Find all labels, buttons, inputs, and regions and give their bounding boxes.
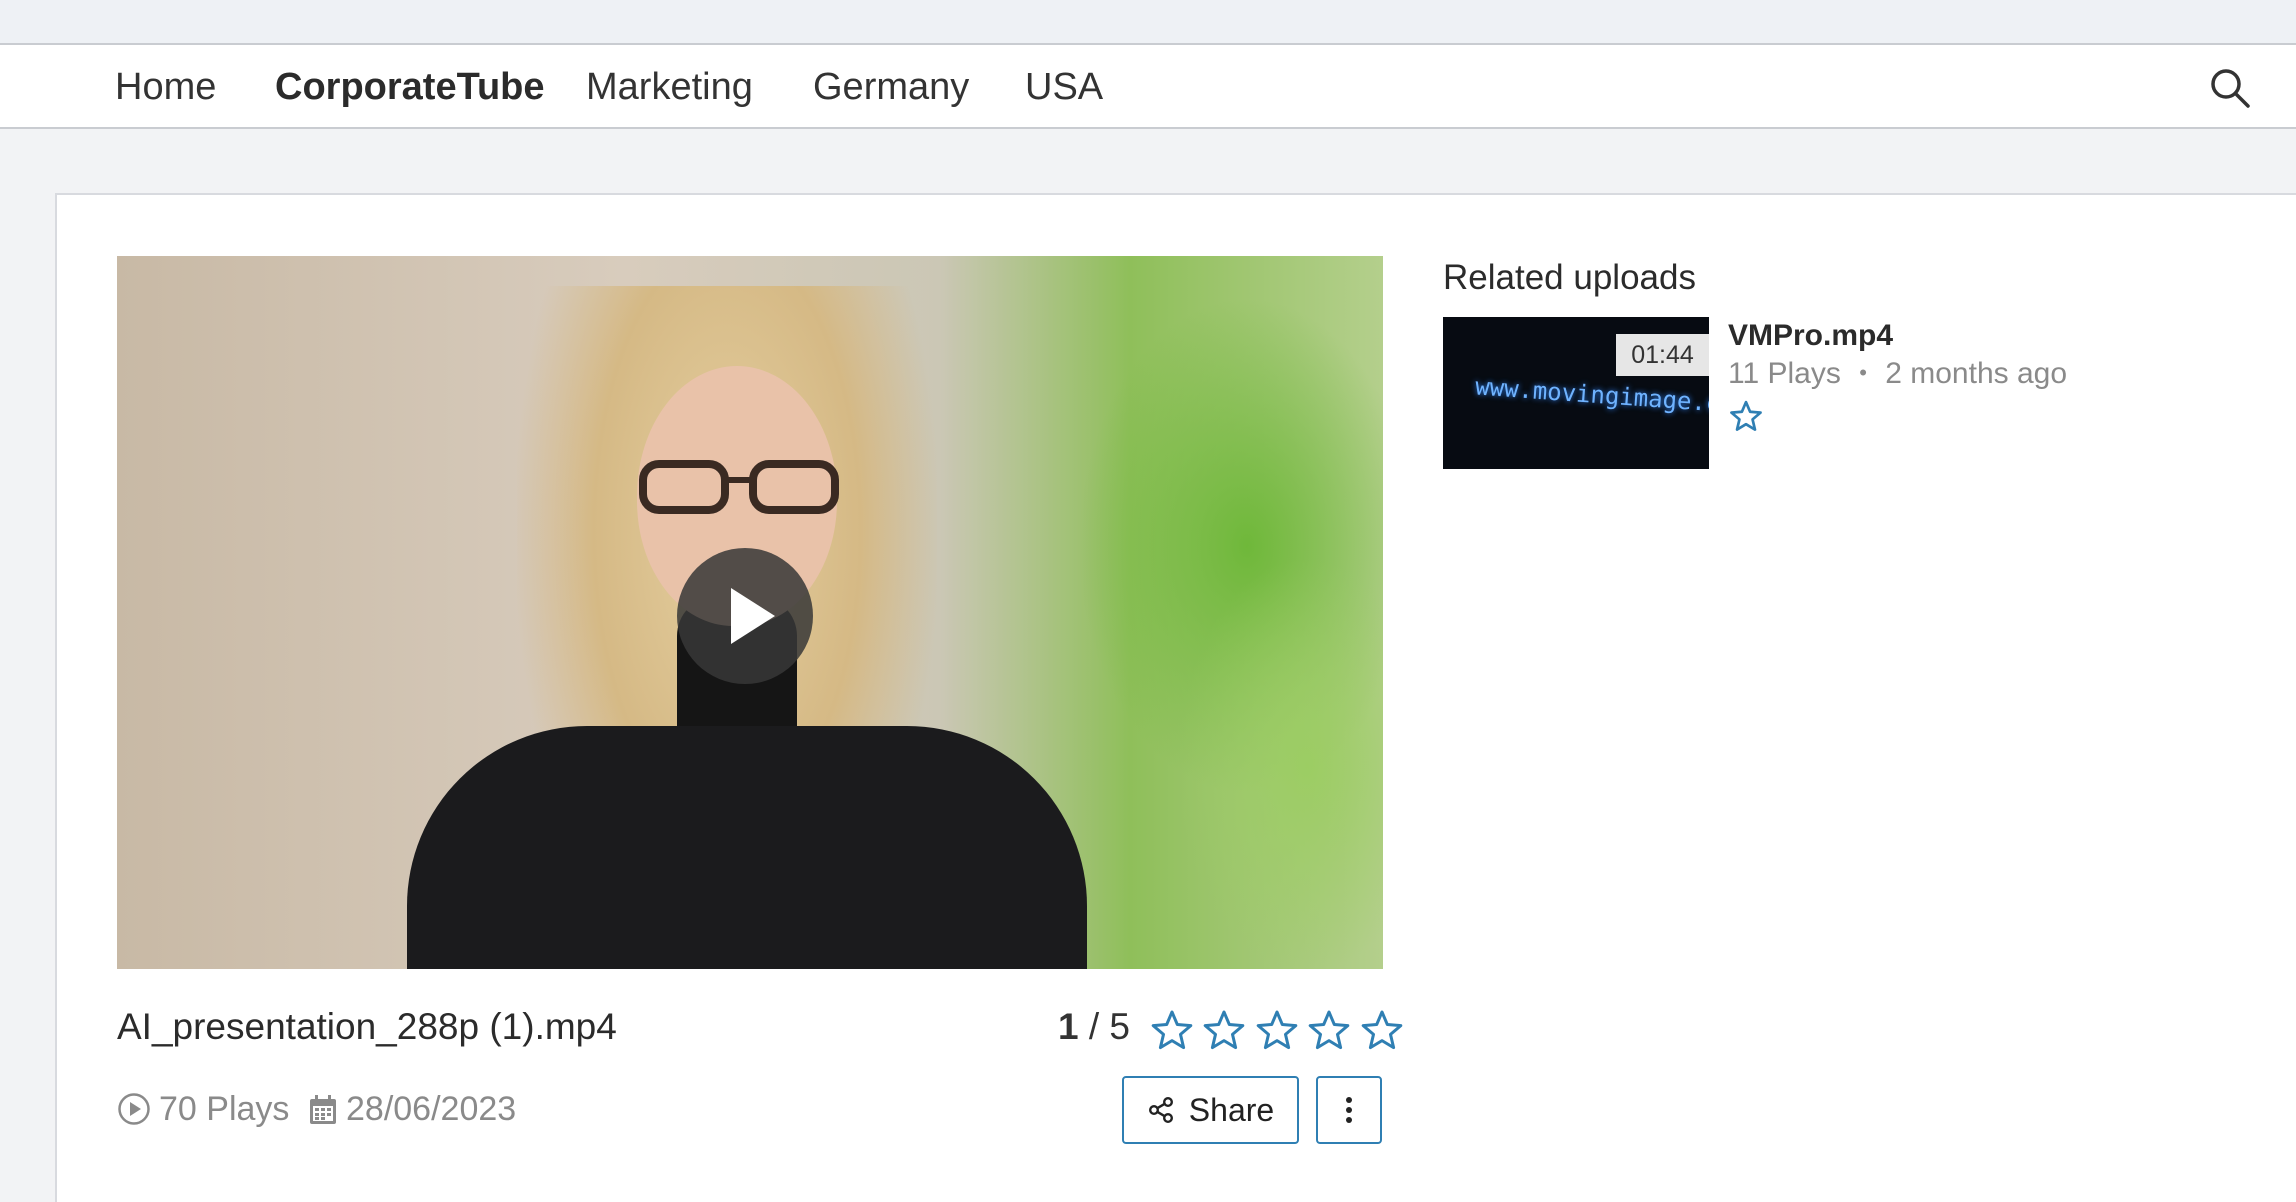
play-button[interactable] [677,548,813,684]
meta-separator: • [1859,360,1867,385]
rating-max: / 5 [1088,1006,1130,1047]
star-icon[interactable] [1729,399,1763,433]
play-count: 70 Plays [117,1090,289,1129]
play-circle-icon [118,1093,150,1125]
main-navigation: Home CorporateTube Marketing Germany USA [0,45,2296,129]
share-button-label: Share [1188,1091,1275,1128]
thumbnail-text: www.movingimage.c [1474,372,1709,418]
upload-date: 28/06/2023 [308,1090,516,1129]
more-options-button[interactable] [1316,1076,1382,1144]
nav-item-usa[interactable]: USA [1025,45,1103,129]
video-frame-glasses [639,460,839,514]
star-icon[interactable] [1307,1008,1351,1052]
nav-item-marketing[interactable]: Marketing [586,45,753,129]
related-thumbnail[interactable]: www.movingimage.c 01:44 [1443,317,1709,469]
related-plays: 11 Plays [1728,357,1841,390]
rating-stars [1150,1008,1408,1052]
star-icon[interactable] [1360,1008,1404,1052]
nav-item-germany[interactable]: Germany [813,45,969,129]
share-icon [1148,1097,1173,1124]
search-icon[interactable] [2208,66,2252,110]
play-icon [731,588,775,644]
calendar-icon [310,1095,336,1124]
more-vertical-icon [1346,1097,1352,1123]
related-uploads-title: Related uploads [1443,258,1696,297]
related-upload-meta: 11 Plays • 2 months ago [1728,357,2067,391]
video-title: AI_presentation_288p (1).mp4 [117,1006,617,1047]
nav-item-home[interactable]: Home [115,45,216,129]
video-frame-person-body [407,726,1087,969]
rating-summary: 1 / 5 [1058,1006,1130,1048]
related-upload-name[interactable]: VMPro.mp4 [1728,319,1893,353]
star-icon[interactable] [1255,1008,1299,1052]
star-icon[interactable] [1202,1008,1246,1052]
nav-item-corporatetube[interactable]: CorporateTube [275,45,545,129]
upload-date-text: 28/06/2023 [346,1090,517,1128]
rating-value: 1 [1058,1006,1079,1047]
play-count-text: 70 Plays [159,1090,290,1128]
share-button[interactable]: Share [1122,1076,1299,1144]
duration-badge: 01:44 [1616,334,1709,376]
related-age: 2 months ago [1885,357,2068,390]
related-upload-item[interactable]: www.movingimage.c 01:44 VMPro.mp4 11 Pla… [1443,317,2143,469]
browser-top-strip [0,0,2296,45]
video-player[interactable] [117,256,1383,969]
star-icon[interactable] [1150,1008,1194,1052]
